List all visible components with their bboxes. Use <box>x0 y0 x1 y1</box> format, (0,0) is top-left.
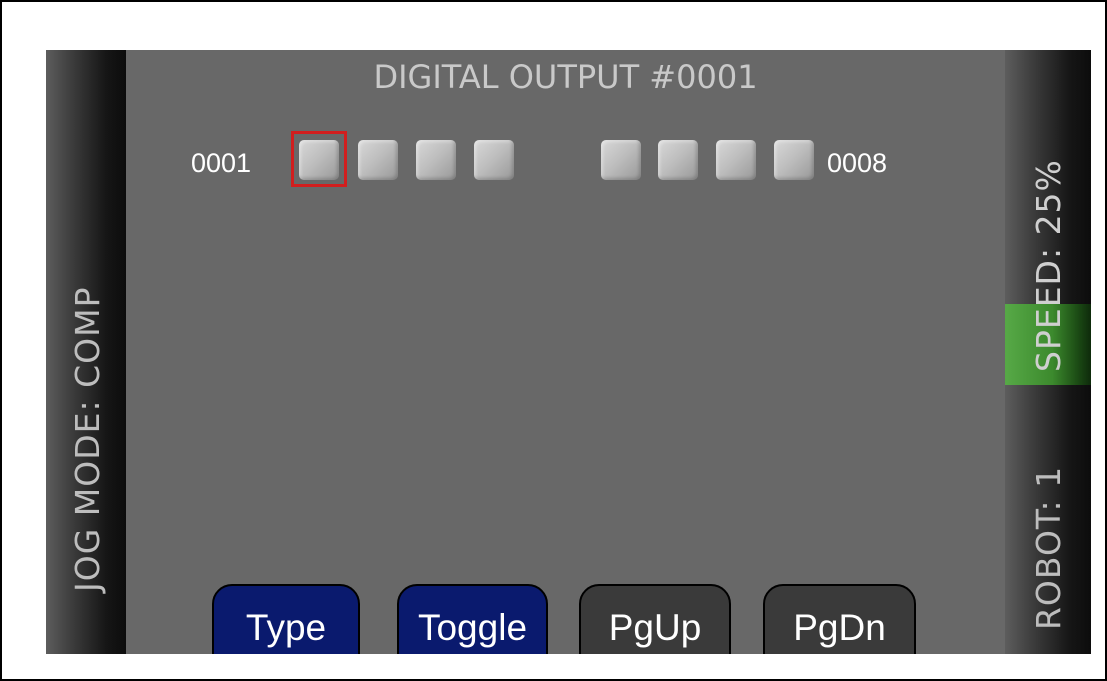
pendant-frame: JOG MODE: COMP SPEED: 25% ROBOT: 1 DIGIT… <box>0 0 1107 681</box>
left-status-bar: JOG MODE: COMP <box>46 50 126 654</box>
output-led-6[interactable] <box>658 140 698 180</box>
output-led-1[interactable] <box>299 140 339 180</box>
page-up-button[interactable]: PgUp <box>579 584 731 654</box>
output-led-8[interactable] <box>774 140 814 180</box>
right-status-bar: SPEED: 25% ROBOT: 1 <box>1005 50 1091 654</box>
pendant-screen: JOG MODE: COMP SPEED: 25% ROBOT: 1 DIGIT… <box>46 50 1091 654</box>
page-down-button[interactable]: PgDn <box>763 584 916 654</box>
type-button[interactable]: Type <box>212 584 360 654</box>
toggle-button[interactable]: Toggle <box>397 584 548 654</box>
speed-label: SPEED: 25% <box>1029 159 1068 372</box>
last-output-number: 0008 <box>827 148 888 178</box>
output-led-2[interactable] <box>358 140 398 180</box>
robot-label: ROBOT: 1 <box>1029 465 1068 630</box>
first-output-number: 0001 <box>191 148 252 178</box>
page-title: DIGITAL OUTPUT #0001 <box>373 58 758 96</box>
output-led-7[interactable] <box>716 140 756 180</box>
jog-mode-label: JOG MODE: COMP <box>68 286 107 592</box>
output-led-5[interactable] <box>601 140 641 180</box>
output-led-4[interactable] <box>474 140 514 180</box>
output-led-3[interactable] <box>416 140 456 180</box>
